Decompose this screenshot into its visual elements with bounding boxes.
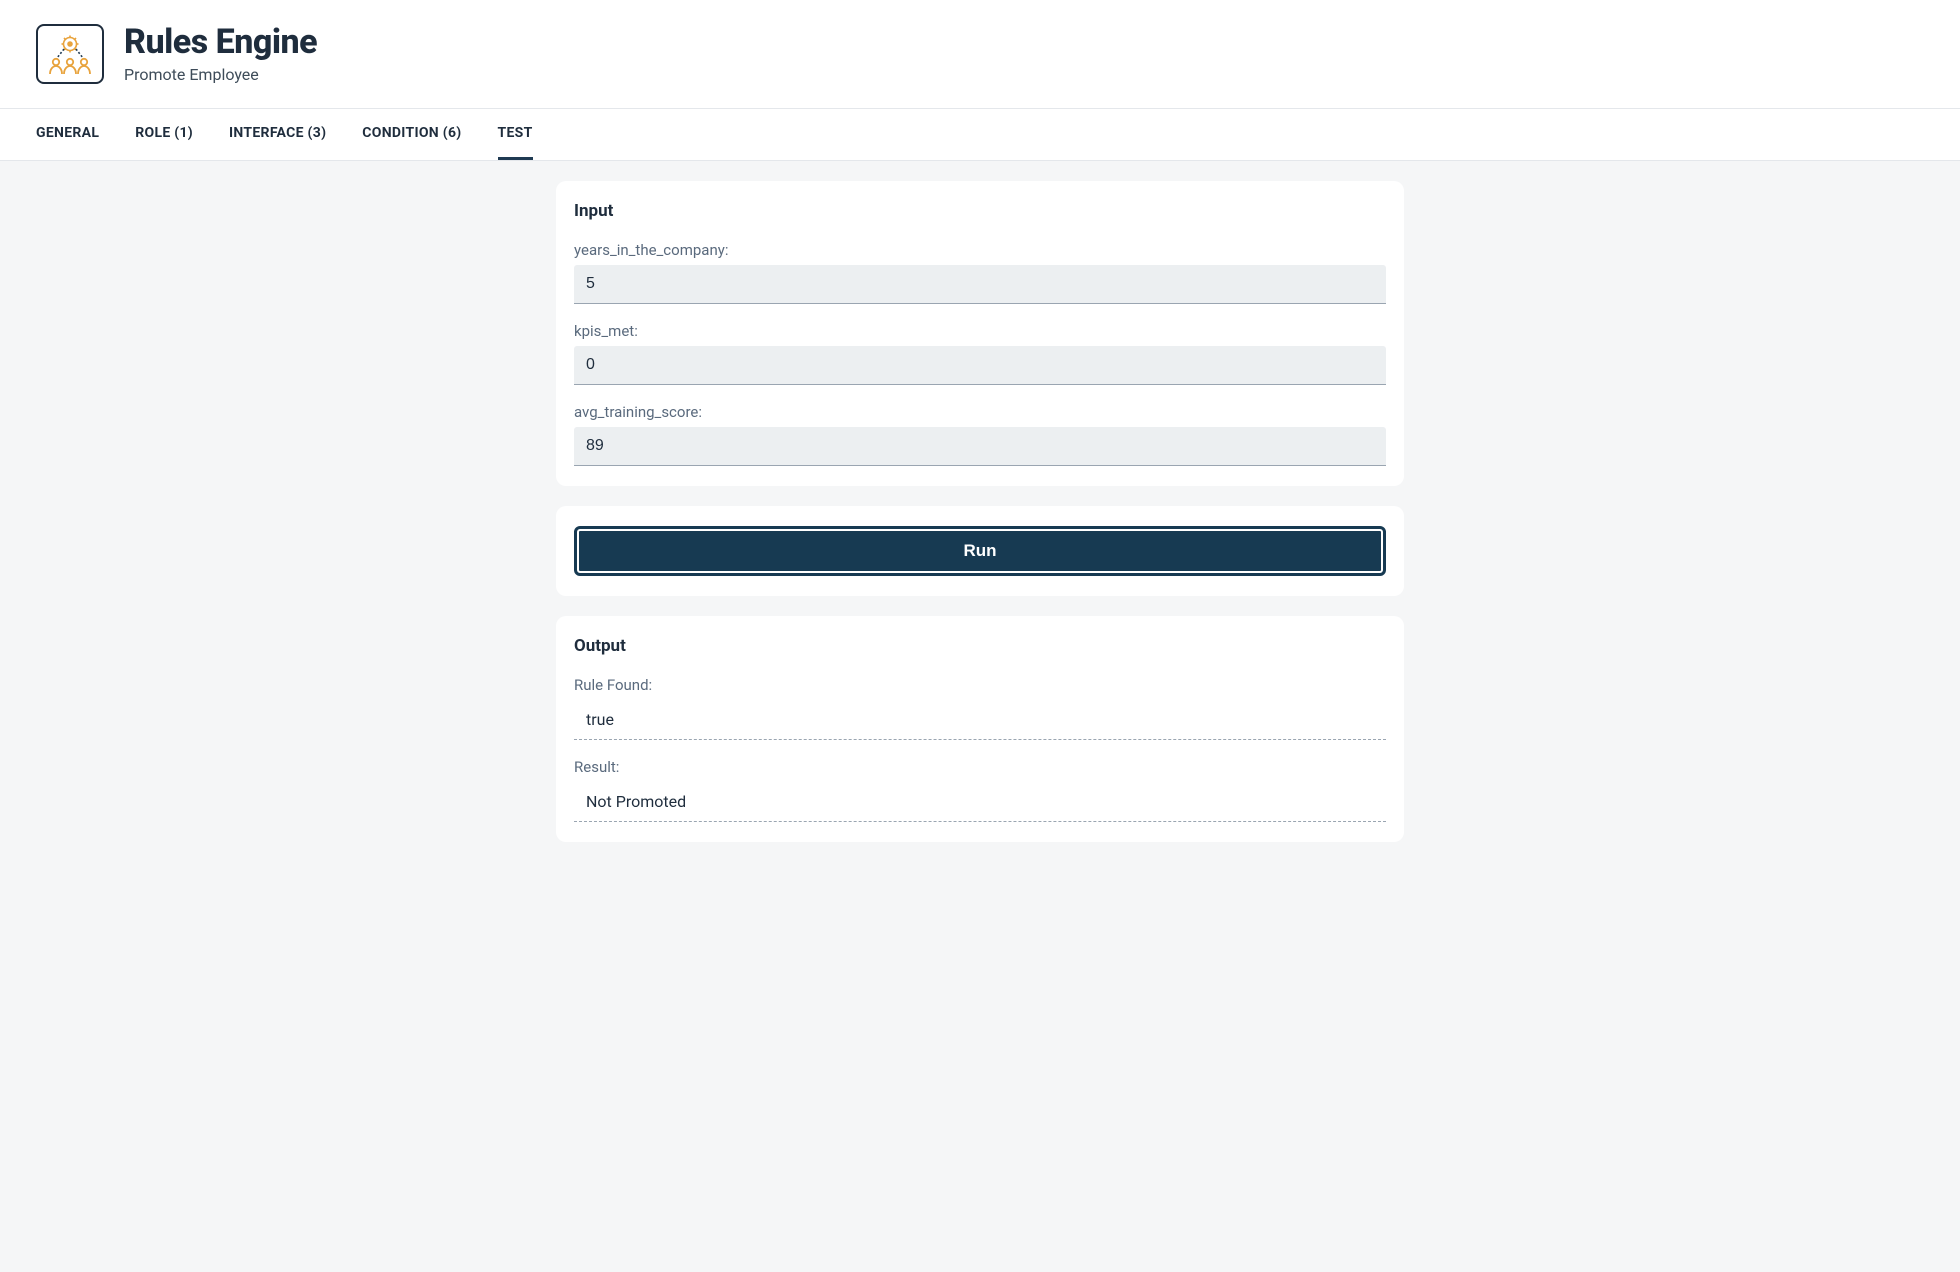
field-label-score: avg_training_score:	[574, 403, 1386, 421]
app-logo	[36, 24, 104, 84]
tab-test[interactable]: TEST	[498, 109, 533, 160]
run-card: Run	[556, 506, 1404, 596]
header-text-group: Rules Engine Promote Employee	[124, 24, 317, 84]
field-label-kpis: kpis_met:	[574, 322, 1386, 340]
field-years-in-company: years_in_the_company:	[574, 241, 1386, 304]
input-card: Input years_in_the_company: kpis_met: av…	[556, 181, 1404, 486]
output-label-rule-found: Rule Found:	[574, 676, 1386, 694]
output-value-result: Not Promoted	[574, 784, 1386, 822]
page-title: Rules Engine	[124, 24, 317, 61]
field-label-years: years_in_the_company:	[574, 241, 1386, 259]
input-title: Input	[574, 201, 1386, 221]
tab-general[interactable]: GENERAL	[36, 109, 99, 160]
input-avg-training-score[interactable]	[574, 427, 1386, 466]
output-label-result: Result:	[574, 758, 1386, 776]
output-value-rule-found: true	[574, 702, 1386, 740]
field-kpis-met: kpis_met:	[574, 322, 1386, 385]
run-button[interactable]: Run	[574, 526, 1386, 576]
field-avg-training-score: avg_training_score:	[574, 403, 1386, 466]
tab-bar: GENERAL ROLE (1) INTERFACE (3) CONDITION…	[0, 109, 1960, 161]
page-subtitle: Promote Employee	[124, 65, 317, 84]
output-card: Output Rule Found: true Result: Not Prom…	[556, 616, 1404, 842]
output-title: Output	[574, 636, 1386, 656]
page-header: Rules Engine Promote Employee	[0, 0, 1960, 109]
input-kpis-met[interactable]	[574, 346, 1386, 385]
tab-interface[interactable]: INTERFACE (3)	[229, 109, 326, 160]
team-gear-icon	[46, 32, 94, 76]
tab-role[interactable]: ROLE (1)	[135, 109, 193, 160]
tab-condition[interactable]: CONDITION (6)	[362, 109, 461, 160]
main-content: Input years_in_the_company: kpis_met: av…	[540, 181, 1420, 842]
input-years-in-company[interactable]	[574, 265, 1386, 304]
